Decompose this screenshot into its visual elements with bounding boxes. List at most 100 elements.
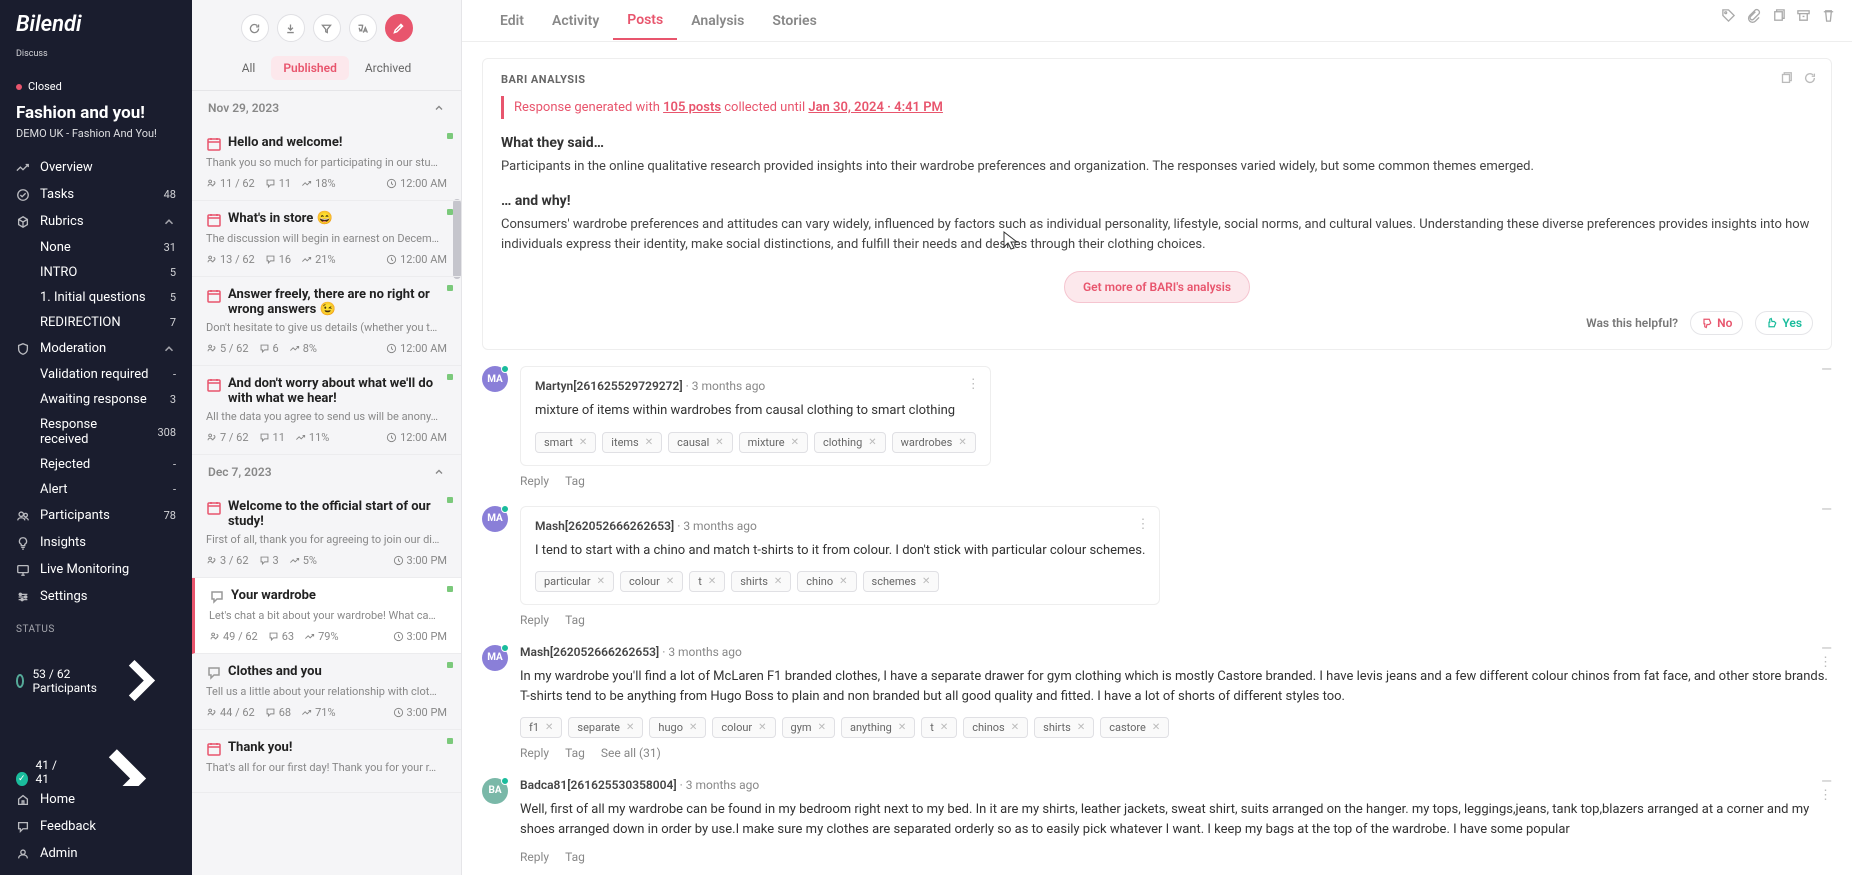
reply-link[interactable]: Reply [520,850,549,864]
remove-tag-icon[interactable]: ✕ [708,576,716,587]
more-menu-icon[interactable]: ⋮ [1819,788,1832,803]
translate-button[interactable] [349,14,377,42]
remove-tag-icon[interactable]: ✕ [958,437,966,448]
author-name[interactable]: Mash[262052666262653] [520,645,659,659]
tag-chip[interactable]: shirts✕ [731,571,791,592]
avatar[interactable]: MA [482,645,508,671]
tag-chip[interactable]: gym✕ [782,717,835,738]
moderation-item[interactable]: Rejected- [40,452,192,477]
moderation-item[interactable]: Response received308 [40,412,192,452]
filter-button[interactable] [313,14,341,42]
remove-tag-icon[interactable]: ✕ [579,437,587,448]
remove-tag-icon[interactable]: ✕ [791,437,799,448]
remove-tag-icon[interactable]: ✕ [597,576,605,587]
post-list[interactable]: Nov 29, 2023 Hello and welcome! Thank yo… [192,90,461,875]
see-all-link[interactable]: See all (31) [601,746,661,760]
tag-chip[interactable]: wardrobes✕ [892,432,976,453]
tag-chip[interactable]: items✕ [602,432,662,453]
nav-rubrics[interactable]: Rubrics [0,208,192,235]
tag-chip[interactable]: castore✕ [1100,717,1169,738]
tab-posts[interactable]: Posts [613,2,677,40]
author-name[interactable]: Mash[262052666262653] [535,519,674,533]
more-menu-icon[interactable]: ⋮ [1819,655,1832,670]
remove-tag-icon[interactable]: ✕ [1011,722,1019,733]
posts-link[interactable]: 105 posts [663,100,721,115]
filter-archived[interactable]: Archived [353,56,423,80]
nav-settings[interactable]: Settings [0,583,192,610]
tag-chip[interactable]: anything✕ [841,717,915,738]
remove-tag-icon[interactable]: ✕ [818,722,826,733]
tag-chip[interactable]: colour✕ [620,571,683,592]
tab-edit[interactable]: Edit [486,3,538,39]
author-name[interactable]: Badca81[261625530358004] [520,778,677,792]
tab-analysis[interactable]: Analysis [677,3,758,39]
helpful-yes[interactable]: Yes [1755,311,1813,335]
tag-chip[interactable]: clothing✕ [814,432,886,453]
tag-chip[interactable]: smart✕ [535,432,596,453]
date-header[interactable]: Dec 7, 2023 [192,455,461,489]
moderation-item[interactable]: Awaiting response3 [40,387,192,412]
tag-chip[interactable]: particular✕ [535,571,614,592]
compose-button[interactable] [385,14,413,42]
download-button[interactable] [277,14,305,42]
remove-tag-icon[interactable]: ✕ [545,722,553,733]
attach-icon[interactable] [1746,8,1761,23]
collapse-icon[interactable]: — [1821,502,1832,518]
post-card[interactable]: Clothes and you Tell us a little about y… [192,654,461,730]
avatar[interactable]: MA [482,366,508,392]
moderation-item[interactable]: Validation required- [40,362,192,387]
reply-link[interactable]: Reply [520,474,549,488]
status-tasks[interactable]: ✓ 41 / 41 Tasks [0,722,192,786]
post-card[interactable]: What's in store 😄 The discussion will be… [192,201,461,277]
rubric-item[interactable]: INTRO5 [40,260,192,285]
tag-chip[interactable]: chino✕ [797,571,856,592]
tab-activity[interactable]: Activity [538,3,613,39]
moderation-item[interactable]: Alert- [40,477,192,502]
tab-stories[interactable]: Stories [758,3,830,39]
nav-tasks[interactable]: Tasks 48 [0,181,192,208]
author-name[interactable]: Martyn[261625529729272] [535,379,683,393]
nav-insights[interactable]: Insights [0,529,192,556]
content-area[interactable]: BARI ANALYSIS Response generated with 10… [462,42,1852,875]
post-card[interactable]: And don't worry about what we'll do with… [192,366,461,455]
remove-tag-icon[interactable]: ✕ [626,722,634,733]
tag-chip[interactable]: chinos✕ [963,717,1028,738]
nav-admin[interactable]: Admin [0,840,192,867]
tag-chip[interactable]: hugo✕ [649,717,706,738]
tag-chip[interactable]: shirts✕ [1034,717,1094,738]
date-header[interactable]: Nov 29, 2023 [192,91,461,125]
tag-link[interactable]: Tag [565,850,585,864]
nav-live[interactable]: Live Monitoring [0,556,192,583]
reply-link[interactable]: Reply [520,746,549,760]
tag-chip[interactable]: separate✕ [568,717,643,738]
refresh-button[interactable] [241,14,269,42]
trash-icon[interactable] [1821,8,1836,23]
tag-chip[interactable]: causal✕ [668,432,733,453]
more-menu-icon[interactable]: ⋮ [967,377,980,392]
avatar[interactable]: BA [482,778,508,804]
nav-feedback[interactable]: Feedback [0,813,192,840]
rubric-item[interactable]: REDIRECTION7 [40,310,192,335]
tag-link[interactable]: Tag [565,474,585,488]
post-card[interactable]: Welcome to the official start of our stu… [192,489,461,578]
filter-all[interactable]: All [230,56,268,80]
reply-link[interactable]: Reply [520,613,549,627]
copy-icon[interactable] [1779,71,1793,85]
remove-tag-icon[interactable]: ✕ [774,576,782,587]
helpful-no[interactable]: No [1690,311,1743,335]
more-menu-icon[interactable]: ⋮ [1136,517,1149,532]
tag-chip[interactable]: f1✕ [520,717,562,738]
remove-tag-icon[interactable]: ✕ [758,722,766,733]
refresh-icon[interactable] [1803,71,1817,85]
post-card[interactable]: Hello and welcome! Thank you so much for… [192,125,461,201]
remove-tag-icon[interactable]: ✕ [715,437,723,448]
rubric-item[interactable]: None31 [40,235,192,260]
nav-moderation[interactable]: Moderation [0,335,192,362]
post-card[interactable]: Answer freely, there are no right or wro… [192,277,461,366]
remove-tag-icon[interactable]: ✕ [922,576,930,587]
nav-participants[interactable]: Participants 78 [0,502,192,529]
post-card[interactable]: Your wardrobe Let's chat a bit about you… [192,578,461,654]
tag-icon[interactable] [1721,8,1736,23]
filter-published[interactable]: Published [271,56,348,80]
tag-link[interactable]: Tag [565,746,585,760]
